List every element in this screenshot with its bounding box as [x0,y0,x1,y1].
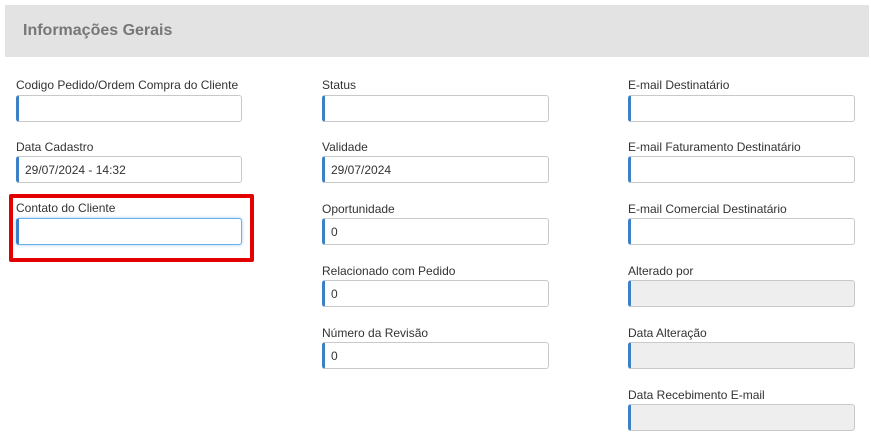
contato-cliente-input[interactable] [16,218,242,245]
email-comercial-label: E-mail Comercial Destinatário [628,202,787,216]
email-destinatario-input[interactable] [628,95,855,122]
alterado-por-label: Alterado por [628,264,694,278]
validade-label: Validade [322,140,368,154]
data-alteracao-label: Data Alteração [628,326,707,340]
numero-revisao-label: Número da Revisão [322,326,429,340]
status-label: Status [322,78,357,92]
codigo-pedido-input[interactable] [16,95,242,122]
data-alteracao-input [628,342,855,369]
oportunidade-label: Oportunidade [322,202,395,216]
contato-cliente-label: Contato do Cliente [16,201,116,215]
oportunidade-input[interactable] [322,218,549,245]
email-faturamento-input[interactable] [628,156,855,183]
data-recebimento-email-input [628,404,855,431]
panel-title: Informações Gerais [23,22,173,39]
data-cadastro-label: Data Cadastro [16,140,94,154]
panel-header: Informações Gerais [5,5,869,57]
relacionado-pedido-label: Relacionado com Pedido [322,264,456,278]
data-cadastro-input[interactable] [16,156,242,183]
codigo-pedido-label: Codigo Pedido/Ordem Compra do Cliente [16,78,239,92]
data-recebimento-email-label: Data Recebimento E-mail [628,388,765,402]
email-comercial-input[interactable] [628,218,855,245]
relacionado-pedido-input[interactable] [322,280,549,307]
validade-input[interactable] [322,156,549,183]
alterado-por-input [628,280,855,307]
numero-revisao-input[interactable] [322,342,549,369]
status-input[interactable] [322,95,549,122]
email-faturamento-label: E-mail Faturamento Destinatário [628,140,801,154]
email-destinatario-label: E-mail Destinatário [628,78,730,92]
